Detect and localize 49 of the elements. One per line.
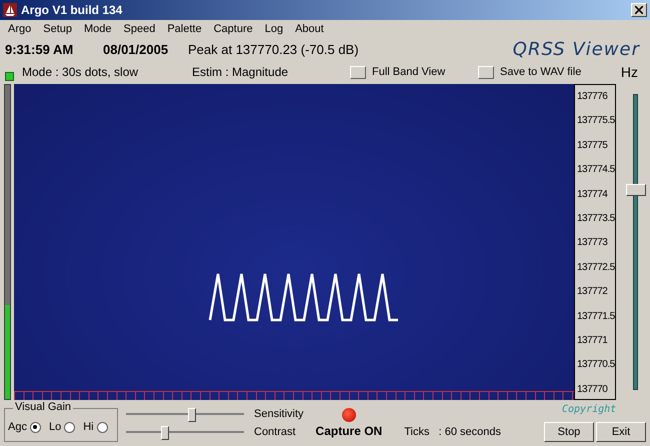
time-text: 9:31:59 AM [5,42,74,56]
ticks-text: Ticks : 60 seconds [404,426,502,438]
frequency-label: 137772 [576,286,608,298]
frequency-label: 137773.5 [576,213,615,224]
frequency-label: 137775 [576,140,608,151]
radio-label[interactable]: Agc [8,421,27,433]
frequency-label: 137771 [576,335,608,346]
slider-label: Contrast [254,426,296,438]
window-title: Argo V1 build 134 [21,3,124,17]
menu-item[interactable]: Log [258,23,290,35]
radio-label[interactable]: Lo [48,421,62,433]
frequency-label: 137771.5 [576,310,615,322]
menu-item[interactable]: Palette [161,23,208,35]
close-icon [635,6,643,14]
estimator-text: Estim : Magnitude [192,65,290,79]
checkbox[interactable]: Save to WAV file [478,66,606,78]
capture-status: Capture ON [316,424,382,438]
frequency-label: 137772.5 [576,262,615,273]
menu-item[interactable]: Capture [208,23,259,35]
push-button[interactable]: Stop [544,422,594,442]
radio-button[interactable] [30,422,41,432]
slider-label: Sensitivity [254,408,304,420]
frequency-label: 137774 [576,188,608,200]
app-logo: QRSS Viewer [512,38,640,60]
sailboat-icon [3,3,17,17]
date-text: 08/01/2005 [103,42,170,56]
menu-item[interactable]: Argo [2,23,38,35]
frequency-label: 137776 [576,91,608,102]
unit-label: Hz [620,64,638,80]
peak-readout: Peak at 137770.23 (-70.5 dB) [188,42,360,56]
status-led [5,72,14,81]
frequency-label: 137775.5 [576,115,615,126]
frequency-label: 137774.5 [576,164,615,176]
radio-label[interactable]: Hi [83,421,94,433]
mode-text: Mode : 30s dots, slow [22,65,140,79]
frequency-label: 137770 [576,384,608,395]
menu-item[interactable]: Setup [37,23,78,35]
push-button[interactable]: Exit [596,422,646,442]
menu-item[interactable]: Speed [118,23,162,35]
radio-button[interactable] [96,422,108,432]
frequency-label: 137773 [576,237,608,248]
menu-item[interactable]: Mode [78,23,118,35]
copyright-text: Copyright [562,404,616,415]
radio-button[interactable] [64,422,76,432]
menu-item[interactable]: About [289,23,330,35]
checkbox[interactable]: Full Band View [350,66,478,78]
close-button[interactable] [631,3,647,17]
frequency-label: 137770.5 [576,359,615,370]
group-title: Visual Gain [13,401,74,413]
